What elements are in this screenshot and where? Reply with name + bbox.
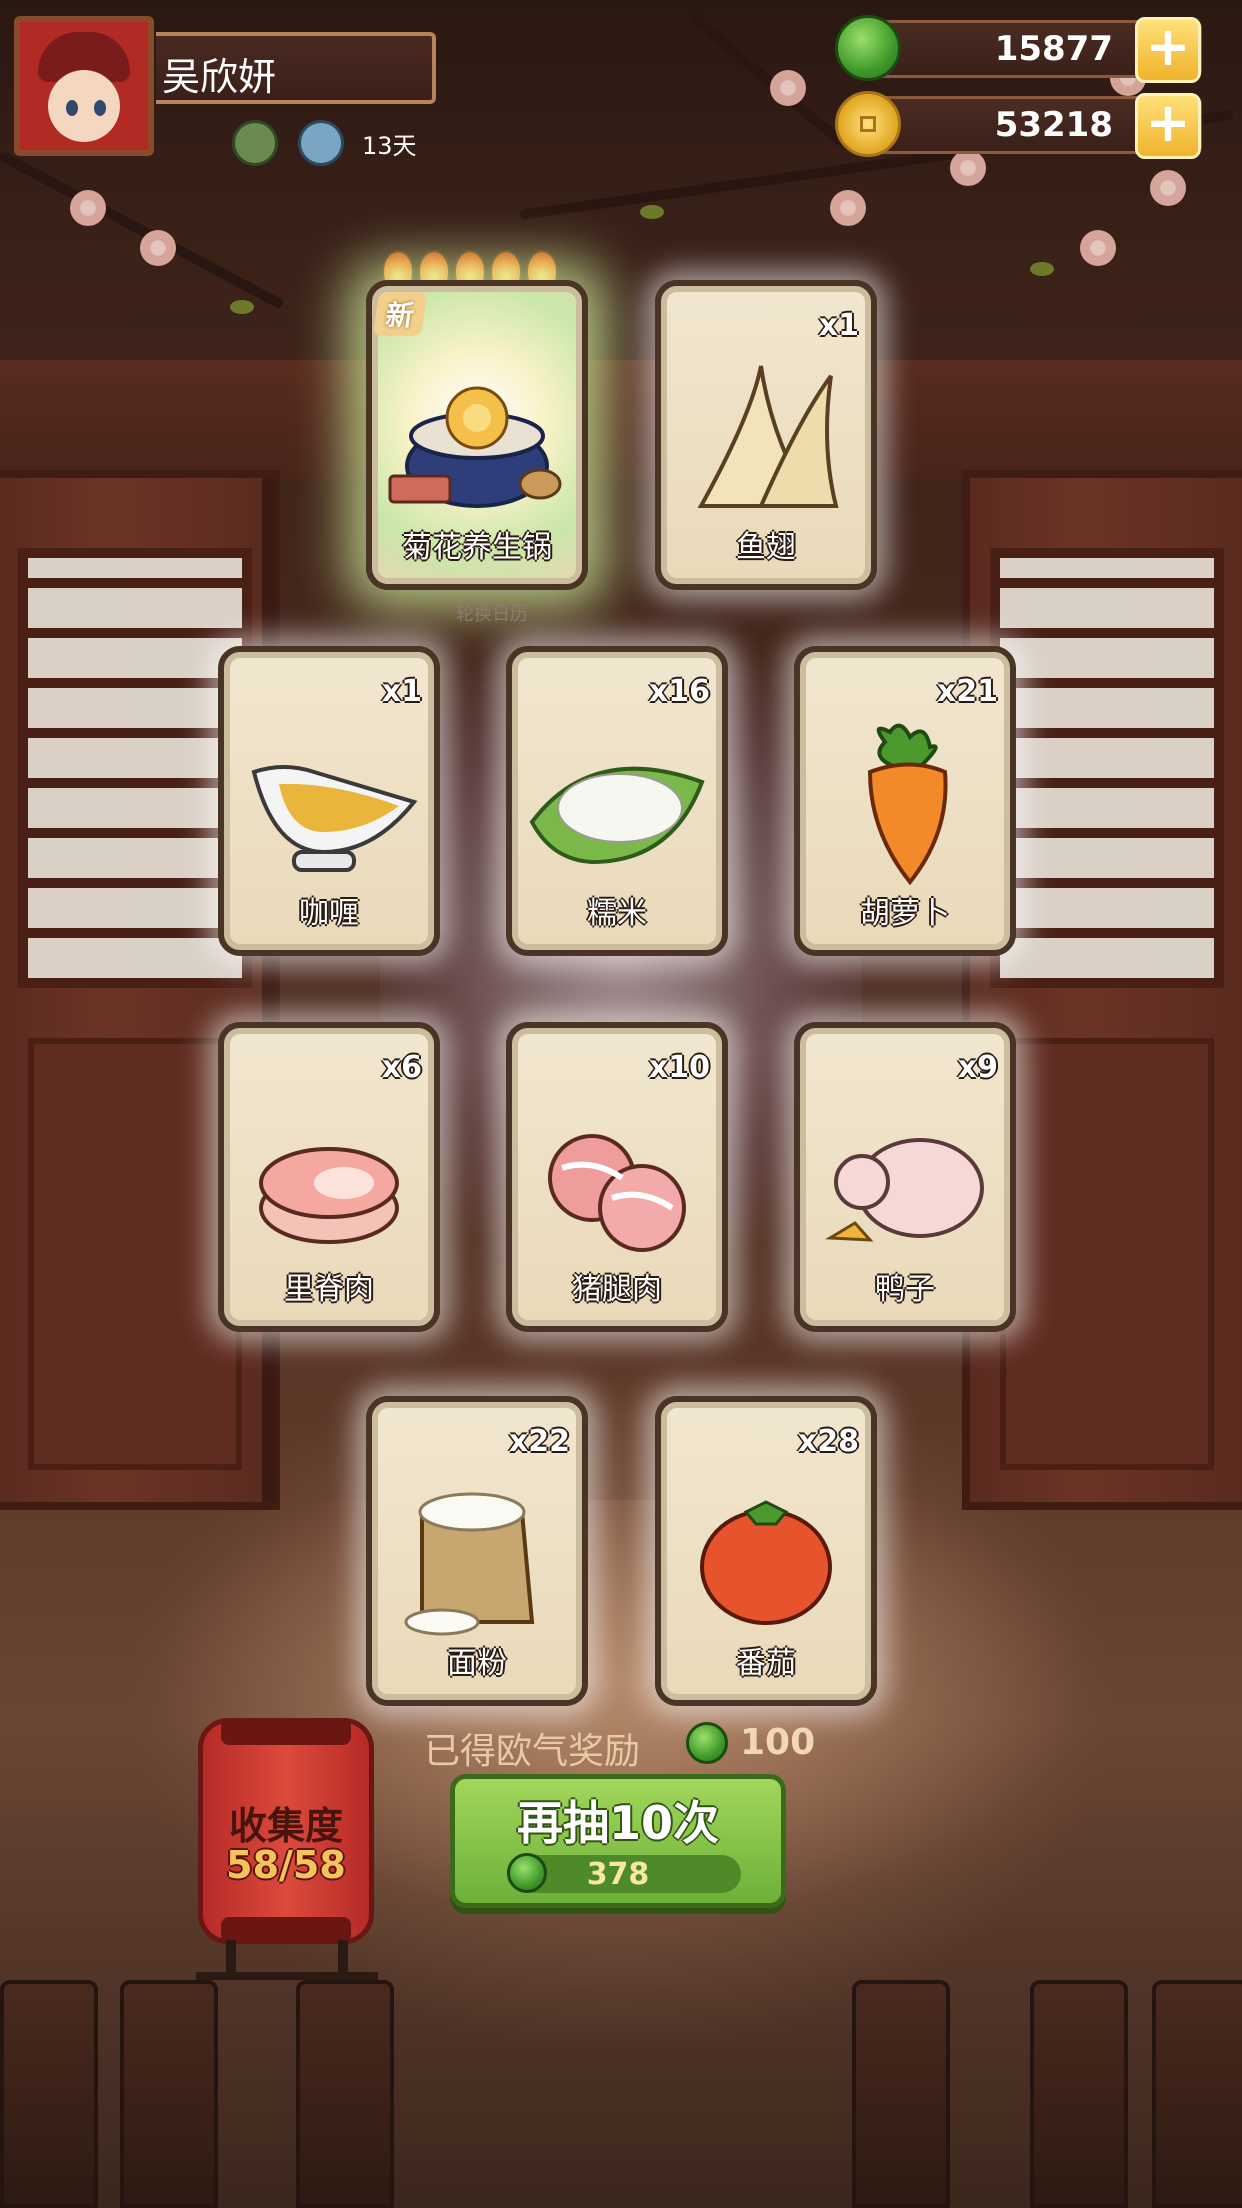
leaf xyxy=(640,205,664,219)
card-quantity: x16 xyxy=(648,674,710,709)
bowl-status-icon[interactable] xyxy=(298,120,344,166)
glutinous-rice-icon xyxy=(512,722,722,892)
card-name: 鱼翅 xyxy=(736,530,796,565)
card-name: 鸭子 xyxy=(875,1272,935,1307)
blossom-flower xyxy=(950,150,986,186)
blossom-flower xyxy=(70,190,106,226)
draw-again-button[interactable]: 再抽10次 378 xyxy=(450,1774,786,1908)
reward-value: 100 xyxy=(740,1722,816,1763)
ingredient-card[interactable]: x1 鱼翅 xyxy=(655,280,877,590)
blossom-flower xyxy=(1080,230,1116,266)
lantern-stand xyxy=(196,1936,378,1980)
card-quantity: x1 xyxy=(818,308,859,343)
left-door xyxy=(0,470,280,1510)
hotpot-icon xyxy=(372,356,582,526)
flour-sack-icon xyxy=(372,1472,582,1642)
fence-post xyxy=(296,1980,394,2208)
card-name: 番茄 xyxy=(736,1646,796,1681)
calendar-caption: 轮换日历 xyxy=(456,604,528,625)
card-quantity: x22 xyxy=(508,1424,570,1459)
carrot-icon xyxy=(800,722,1010,892)
card-name: 糯米 xyxy=(587,896,647,931)
tenderloin-icon xyxy=(224,1098,434,1268)
card-name: 胡萝卜 xyxy=(860,896,950,931)
jade-currency: 15877 + xyxy=(835,15,1202,83)
draw-button-label: 再抽10次 xyxy=(516,1796,719,1850)
card-quantity: x1 xyxy=(381,674,422,709)
ingredient-card[interactable]: x16 糯米 xyxy=(506,646,728,956)
card-name: 猪腿肉 xyxy=(572,1272,662,1307)
reward-text: 已得欧气奖励 xyxy=(424,1731,641,1772)
pork-leg-icon xyxy=(512,1098,722,1268)
jade-icon xyxy=(686,1722,728,1764)
tomato-icon xyxy=(661,1472,871,1642)
ingredient-card[interactable]: x10 猪腿肉 xyxy=(506,1022,728,1332)
blossom-flower xyxy=(830,190,866,226)
blossom-flower xyxy=(770,70,806,106)
map-status-icon[interactable] xyxy=(232,120,278,166)
featured-dish-card[interactable]: 新 菊花养生锅 xyxy=(366,280,588,590)
ingredient-card[interactable]: x6 里脊肉 xyxy=(218,1022,440,1332)
fence-post xyxy=(852,1980,950,2208)
card-quantity: x10 xyxy=(648,1050,710,1085)
shark-fin-icon xyxy=(661,356,871,526)
draw-cost: 378 xyxy=(586,1857,650,1892)
card-quantity: x21 xyxy=(936,674,998,709)
card-name: 里脊肉 xyxy=(284,1272,374,1307)
player-name-box: 吴欣妍 xyxy=(156,32,436,104)
leaf xyxy=(1030,262,1054,276)
card-quantity: x6 xyxy=(381,1050,422,1085)
jade-value: 15877 xyxy=(994,29,1113,69)
card-name: 面粉 xyxy=(447,1646,507,1681)
fence-post xyxy=(0,1980,98,2208)
fence-post xyxy=(1030,1980,1128,2208)
fence-post xyxy=(120,1980,218,2208)
player-name: 吴欣妍 xyxy=(162,55,277,99)
blossom-flower xyxy=(140,230,176,266)
ingredient-card[interactable]: x9 鸭子 xyxy=(794,1022,1016,1332)
duck-icon xyxy=(800,1098,1010,1268)
collection-value: 58/58 xyxy=(226,1843,346,1887)
coin-currency: 53218 + xyxy=(835,91,1202,159)
coin-icon xyxy=(835,91,901,157)
add-coin-button[interactable]: + xyxy=(1135,93,1201,159)
collection-lantern[interactable]: 收集度 58/58 xyxy=(198,1718,374,1944)
curry-gravy-boat-icon xyxy=(224,722,434,892)
jade-icon xyxy=(835,15,901,81)
coin-value: 53218 xyxy=(994,105,1113,145)
new-badge: 新 xyxy=(372,292,428,336)
add-jade-button[interactable]: + xyxy=(1135,17,1201,83)
player-avatar[interactable] xyxy=(14,16,154,156)
ingredient-card[interactable]: x21 胡萝卜 xyxy=(794,646,1016,956)
right-door xyxy=(962,470,1242,1510)
ingredient-card[interactable]: x28 番茄 xyxy=(655,1396,877,1706)
card-name: 咖喱 xyxy=(299,896,359,931)
card-quantity: x28 xyxy=(797,1424,859,1459)
ingredient-card[interactable]: x1 咖喱 xyxy=(218,646,440,956)
wall-band xyxy=(0,360,1242,480)
card-name: 菊花养生锅 xyxy=(402,530,552,565)
days-label: 13天 xyxy=(362,132,417,160)
blossom-flower xyxy=(1150,170,1186,206)
card-quantity: x9 xyxy=(957,1050,998,1085)
collection-label: 收集度 xyxy=(228,1804,343,1848)
leaf xyxy=(230,300,254,314)
fence-post xyxy=(1152,1980,1242,2208)
ingredient-card[interactable]: x22 面粉 xyxy=(366,1396,588,1706)
